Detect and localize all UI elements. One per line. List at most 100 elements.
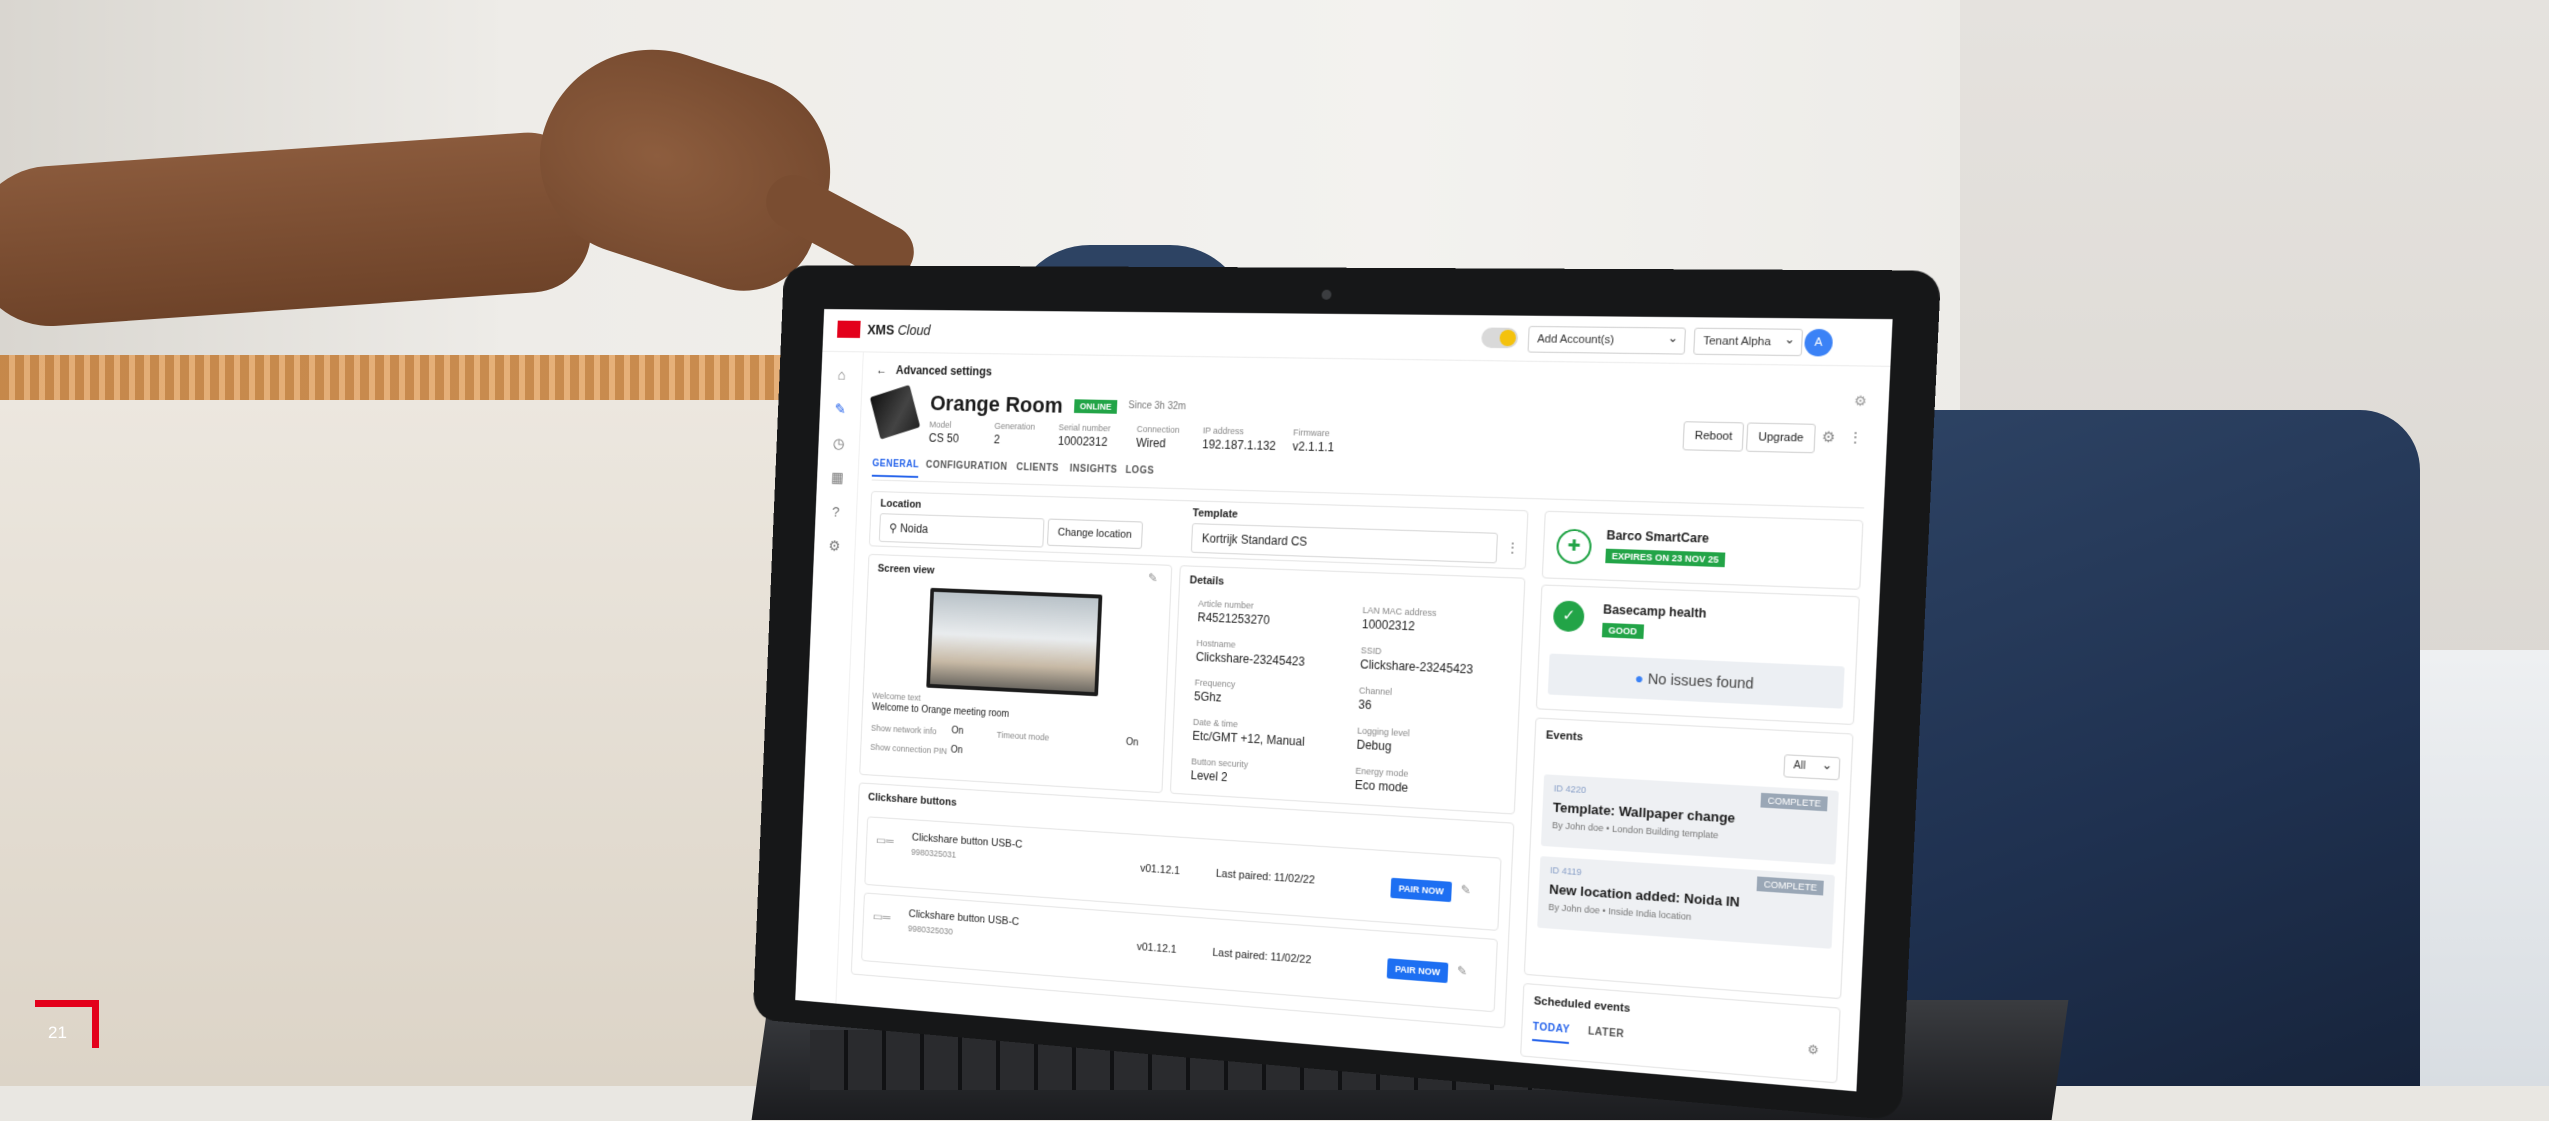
theme-toggle[interactable] [1481,327,1519,349]
event-item[interactable]: ID 4220 COMPLETE Template: Wallpaper cha… [1540,774,1839,865]
tenant-select[interactable]: Tenant Alpha [1693,327,1804,357]
button-last-paired: Last paired: 11/02/22 [1215,867,1316,887]
home-icon[interactable]: ⌂ [832,366,850,385]
edit-icon[interactable]: ✎ [1148,571,1158,585]
smartcare-status: EXPIRES ON 23 NOV 25 [1605,548,1726,568]
location-label: Location [880,497,922,511]
detail-value: Level 2 [1190,768,1228,785]
corner-mark [35,1000,99,1048]
health-card: ✓ Basecamp health GOOD ● No issues found [1535,584,1860,726]
change-location-button[interactable]: Change location [1046,518,1143,550]
location-field: ⚲ Noida [878,513,1045,548]
template-label: Template [1192,507,1239,521]
tab-configuration[interactable]: CONFIGURATION [926,460,1008,473]
meta-generation: Generation 2 [993,421,1036,447]
welcome-label: Welcome text [872,690,921,703]
usb-icon: ▭═ [875,833,894,848]
tab-today[interactable]: TODAY [1532,1021,1571,1045]
detail-key: Article number [1197,598,1254,611]
buttons-title: Clickshare buttons [867,791,957,809]
connection-pin-label: Show connection PIN [869,742,948,757]
button-version: v01.12.1 [1139,862,1181,878]
avatar[interactable]: A [1803,328,1834,357]
events-filter[interactable]: All [1783,754,1841,781]
welcome-value: Welcome to Orange meeting room [871,702,1010,720]
settings-icon[interactable]: ⚙ [1821,428,1835,446]
pin-icon: ⚲ [888,521,901,535]
details-title: Details [1189,574,1225,588]
tab-later[interactable]: LATER [1588,1026,1625,1040]
status-badge: ONLINE [1073,399,1118,414]
gear-icon[interactable]: ⚙ [825,537,843,557]
reboot-button[interactable]: Reboot [1682,421,1745,452]
arrow-left-icon: ← [876,363,888,377]
laptop-screen: XMS Cloud Add Account(s) Tenant Alpha A … [795,309,1893,1092]
tab-general[interactable]: GENERAL [871,458,920,478]
upgrade-button[interactable]: Upgrade [1745,422,1817,454]
detail-value: 5Ghz [1193,689,1222,705]
button-version: v01.12.1 [1136,941,1177,956]
timeout-mode-value: On [1125,736,1139,749]
clock-icon[interactable]: ◷ [830,435,848,454]
check-icon: ✓ [1552,600,1585,633]
screen-view-title: Screen view [877,562,935,577]
app-title: XMS Cloud [867,321,931,338]
detail-key: Hostname [1196,637,1236,650]
settings-gear-icon[interactable]: ⚙ [1854,393,1867,410]
template-select[interactable]: Kortrijk Standard CS [1190,523,1498,564]
tab-insights[interactable]: INSIGHTS [1069,464,1117,476]
detail-value: Etc/GMT +12, Manual [1192,728,1305,749]
detail-key: Energy mode [1355,765,1409,779]
calendar-icon[interactable]: ▦ [828,469,846,488]
template-more-icon[interactable]: ⋮ [1505,539,1520,557]
smartcare-card: ✚ Barco SmartCare EXPIRES ON 23 NOV 25 [1541,510,1864,590]
brand-logo [837,320,861,339]
network-info-value: On [951,725,964,737]
detail-value: Eco mode [1354,777,1409,795]
pair-now-button[interactable]: PAIR NOW [1386,958,1449,984]
device-image [869,384,921,440]
more-icon[interactable]: ⋮ [1847,429,1863,447]
app-topbar: XMS Cloud Add Account(s) Tenant Alpha A [822,309,1893,367]
wallpaper-preview [926,587,1103,697]
wrench-icon[interactable]: ✎ [831,400,849,419]
help-icon[interactable]: ? [827,503,845,523]
timeout-mode-label: Timeout mode [996,729,1050,743]
event-item[interactable]: ID 4119 COMPLETE New location added: Noi… [1537,856,1835,949]
event-status: COMPLETE [1757,876,1824,896]
webcam-icon [1321,289,1332,300]
meta-ip: IP address 192.187.1.132 [1201,425,1277,453]
detail-value: R4521253270 [1197,610,1271,628]
meta-model: Model CS 50 [928,419,960,446]
events-title: Events [1545,729,1584,744]
pair-now-button[interactable]: PAIR NOW [1390,877,1453,903]
button-serial: 9980325030 [907,923,954,937]
tab-logs[interactable]: LOGS [1125,465,1154,477]
event-id: ID 4220 [1553,783,1587,796]
account-select[interactable]: Add Account(s) [1527,325,1686,355]
laptop-bezel: XMS Cloud Add Account(s) Tenant Alpha A … [752,265,1942,1121]
detail-value: Debug [1356,737,1392,754]
detail-key: Logging level [1356,725,1410,739]
tab-clients[interactable]: CLIENTS [1016,462,1059,474]
detail-value: 36 [1358,697,1372,713]
edit-icon[interactable]: ✎ [1457,964,1468,979]
detail-key: Frequency [1194,677,1236,690]
back-link[interactable]: ← Advanced settings [876,363,992,378]
detail-value: Clickshare-23245423 [1195,649,1306,669]
settings-icon[interactable]: ⚙ [1807,1042,1819,1058]
health-title: Basecamp health [1602,602,1707,621]
detail-key: LAN MAC address [1362,605,1437,619]
online-since: Since 3h 32m [1128,400,1187,413]
scheduled-card: Scheduled events TODAY LATER ⚙ [1520,982,1841,1084]
network-info-label: Show network info [870,722,937,737]
button-serial: 9980325031 [911,847,957,860]
page-number: 21 [48,1023,67,1042]
detail-key: Date & time [1192,716,1239,730]
smartcare-title: Barco SmartCare [1606,528,1710,546]
no-issues-banner: ● No issues found [1547,653,1845,709]
event-id: ID 4119 [1549,864,1582,878]
details-card: Details Article number R4521253270 LAN M… [1169,565,1526,815]
edit-icon[interactable]: ✎ [1460,882,1471,897]
detail-key: Channel [1358,685,1393,698]
